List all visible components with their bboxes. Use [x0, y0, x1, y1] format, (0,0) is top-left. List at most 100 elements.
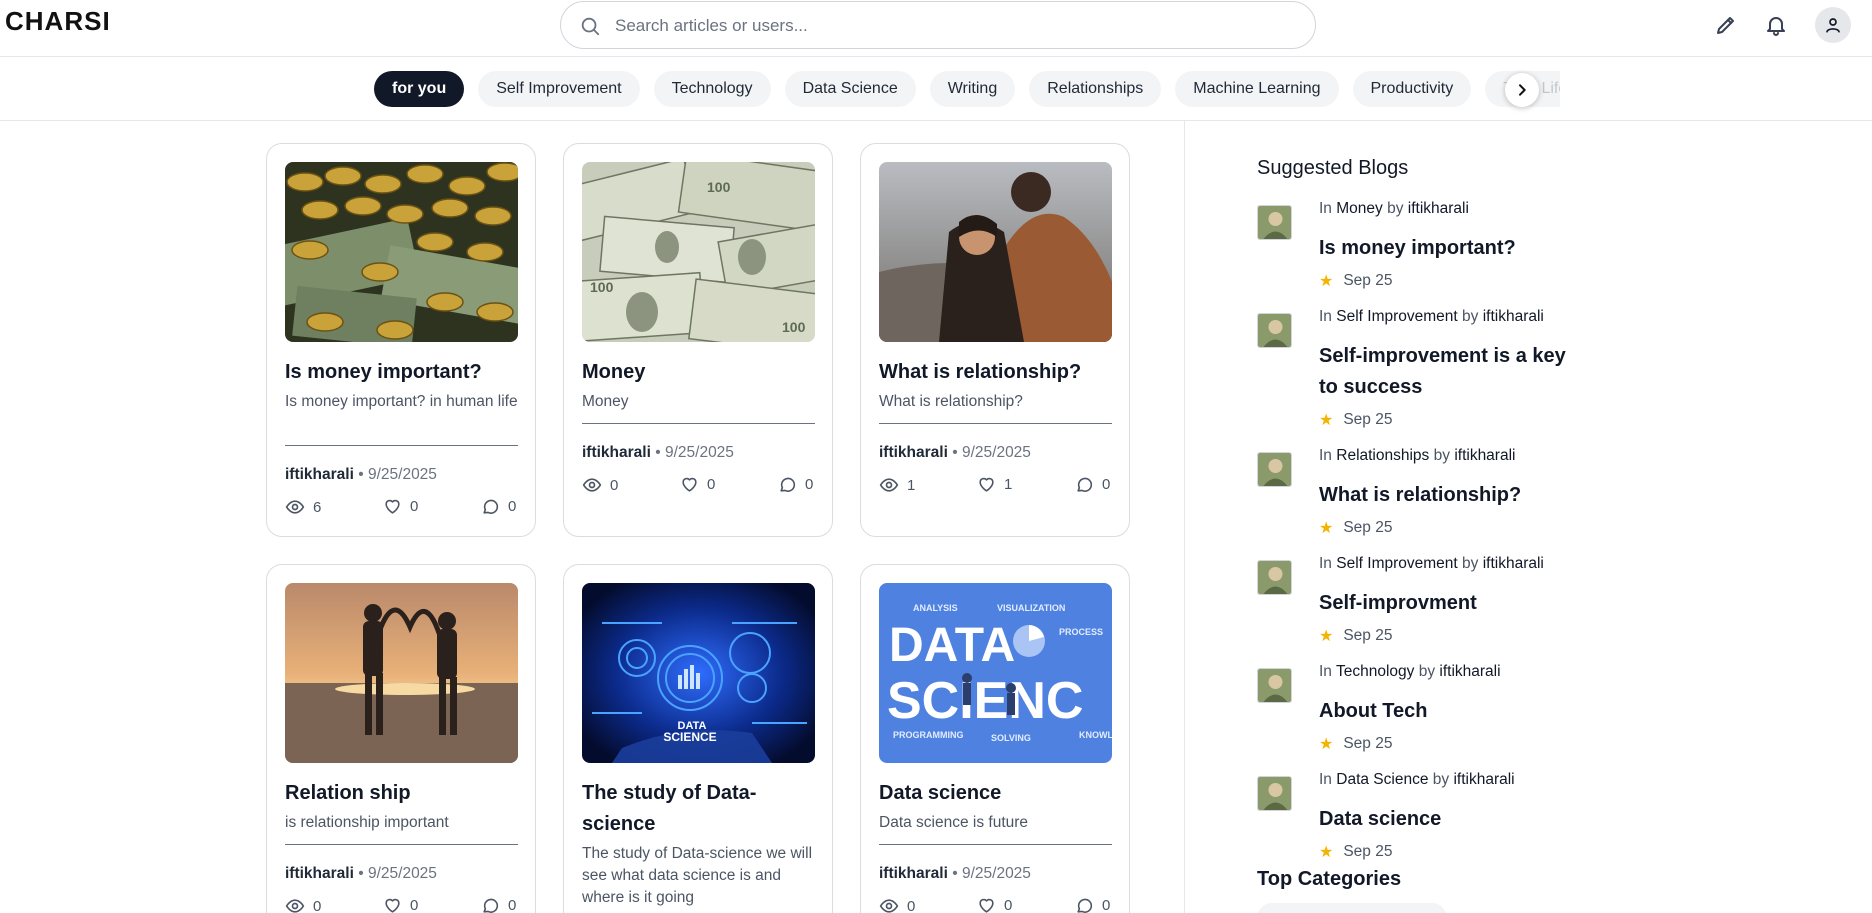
suggested-category[interactable]: Data Science [1336, 771, 1428, 788]
suggested-author[interactable]: iftikharali [1454, 447, 1515, 464]
suggested-category[interactable]: Money [1336, 200, 1383, 217]
article-image-data-science-hand: DATA SCIENCE [582, 583, 815, 763]
art-tag: SOLVING [991, 733, 1031, 743]
tab-machine-learning[interactable]: Machine Learning [1175, 71, 1339, 107]
card-divider [285, 445, 518, 446]
author-avatar[interactable] [1257, 668, 1292, 703]
like-button[interactable]: 0 [977, 896, 1012, 913]
scroll-categories-right-button[interactable] [1505, 73, 1539, 107]
top-category-pill[interactable] [1257, 903, 1447, 913]
article-author[interactable]: iftikharali [582, 444, 651, 461]
card-divider [582, 423, 815, 424]
like-button[interactable]: 0 [680, 475, 715, 494]
tab-writing[interactable]: Writing [929, 71, 1016, 107]
comment-button[interactable]: 0 [481, 497, 516, 516]
like-button[interactable]: 0 [383, 497, 418, 516]
article-title[interactable]: Data science [879, 778, 1114, 809]
article-author[interactable]: iftikharali [879, 865, 948, 882]
article-author[interactable]: iftikharali [285, 466, 354, 483]
article-date: 9/25/2025 [664, 444, 734, 461]
suggested-title[interactable]: Self-improvment [1319, 588, 1579, 619]
comment-icon [483, 499, 499, 514]
article-image-dollar-bills: 100 100 100 [582, 162, 815, 342]
tab-productivity[interactable]: Productivity [1352, 71, 1472, 107]
article-author[interactable]: iftikharali [879, 444, 948, 461]
article-card[interactable]: 100 100 100 Money Money iftikharali • 9/25… [563, 143, 833, 537]
article-image-data-science-word-art: DATA SCIENC ANALYSIS VISUALIZATION PROCE… [879, 583, 1112, 763]
by-word: by [1462, 555, 1479, 572]
comment-button[interactable]: 0 [1075, 896, 1110, 913]
category-strip: for you Self Improvement Technology Data… [374, 71, 1560, 109]
views-stat: 6 [285, 497, 321, 517]
comment-button[interactable]: 0 [1075, 475, 1110, 494]
profile-button[interactable] [1815, 7, 1851, 43]
star-icon: ★ [1319, 520, 1334, 537]
comment-button[interactable]: 0 [481, 896, 516, 913]
card-divider [879, 423, 1112, 424]
bell-icon [1767, 17, 1785, 36]
article-author[interactable]: iftikharali [285, 865, 354, 882]
tab-technology[interactable]: Technology [653, 71, 771, 107]
article-title[interactable]: What is relationship? [879, 357, 1114, 388]
article-title[interactable]: The study of Data-science [582, 778, 817, 840]
article-title[interactable]: Relation ship [285, 778, 520, 809]
suggested-date-row: ★ Sep 25 [1319, 626, 1392, 646]
article-meta: iftikharali • 9/25/2025 [285, 466, 437, 483]
views-count: 0 [907, 897, 916, 913]
tab-self-improvement[interactable]: Self Improvement [478, 71, 640, 107]
suggested-category[interactable]: Self Improvement [1336, 308, 1457, 325]
article-date: 9/25/2025 [367, 865, 437, 882]
hand-label-science: SCIENCE [663, 730, 716, 744]
author-avatar[interactable] [1257, 776, 1292, 811]
suggested-category[interactable]: Technology [1336, 663, 1414, 680]
author-avatar[interactable] [1257, 313, 1292, 348]
notifications-button[interactable] [1761, 10, 1791, 40]
views-stat: 0 [879, 896, 915, 913]
article-stats: 0 0 0 [285, 896, 518, 913]
suggested-category[interactable]: Relationships [1336, 447, 1429, 464]
views-count: 6 [313, 498, 322, 516]
suggested-title[interactable]: Self-improvement is a key to success [1319, 341, 1579, 403]
like-button[interactable]: 1 [977, 475, 1012, 494]
article-date: 9/25/2025 [961, 444, 1031, 461]
suggested-date-row: ★ Sep 25 [1319, 518, 1392, 538]
comment-button[interactable]: 0 [778, 475, 813, 494]
suggested-title[interactable]: Data science [1319, 804, 1579, 835]
author-avatar[interactable] [1257, 560, 1292, 595]
search-input[interactable] [615, 14, 1275, 38]
suggested-author[interactable]: iftikharali [1439, 663, 1500, 680]
author-avatar[interactable] [1257, 452, 1292, 487]
suggested-title[interactable]: What is relationship? [1319, 480, 1579, 511]
views-count: 1 [907, 476, 916, 494]
article-title[interactable]: Is money important? [285, 357, 520, 388]
site-logo[interactable]: CHARSI [5, 6, 111, 37]
suggested-title[interactable]: Is money important? [1319, 233, 1579, 264]
suggested-category[interactable]: Self Improvement [1336, 555, 1457, 572]
like-button[interactable]: 0 [383, 896, 418, 913]
article-card[interactable]: DATA SCIENC ANALYSIS VISUALIZATION PROCE… [860, 564, 1130, 913]
eye-icon [285, 500, 305, 514]
search-bar[interactable] [560, 1, 1316, 49]
article-card[interactable]: Relation ship is relationship important … [266, 564, 536, 913]
article-card[interactable]: Is money important? Is money important? … [266, 143, 536, 537]
suggested-author[interactable]: iftikharali [1408, 200, 1469, 217]
heart-icon [385, 499, 400, 514]
author-avatar[interactable] [1257, 205, 1292, 240]
suggested-author[interactable]: iftikharali [1453, 771, 1514, 788]
eye-icon [879, 478, 899, 492]
suggested-author[interactable]: iftikharali [1483, 555, 1544, 572]
article-card[interactable]: DATA SCIENCE The study of Data-science T… [563, 564, 833, 913]
suggested-title[interactable]: About Tech [1319, 696, 1579, 727]
write-button[interactable] [1711, 10, 1741, 40]
star-icon: ★ [1319, 412, 1334, 429]
article-title[interactable]: Money [582, 357, 817, 388]
tab-for-you[interactable]: for you [374, 71, 465, 107]
views-stat: 0 [285, 896, 321, 913]
by-word: by [1462, 308, 1479, 325]
suggested-author[interactable]: iftikharali [1483, 308, 1544, 325]
tab-data-science[interactable]: Data Science [784, 71, 916, 107]
tab-relationships[interactable]: Relationships [1029, 71, 1162, 107]
comment-icon [1077, 898, 1093, 913]
views-count: 0 [313, 897, 322, 913]
article-card[interactable]: What is relationship? What is relationsh… [860, 143, 1130, 537]
